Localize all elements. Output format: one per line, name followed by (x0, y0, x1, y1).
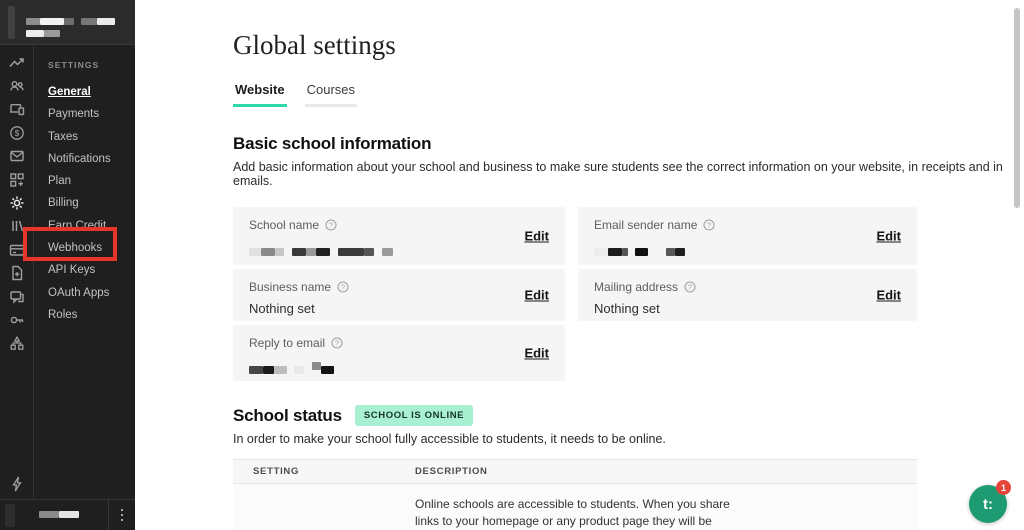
help-icon: ? (684, 281, 696, 293)
redacted-value (249, 361, 549, 376)
sidebar-item-billing[interactable]: Billing (48, 192, 135, 214)
card-value: Nothing set (594, 301, 901, 316)
gear-icon[interactable] (0, 191, 33, 214)
sidebar-item-roles[interactable]: Roles (48, 304, 135, 326)
row-description: Online schools are accessible to student… (415, 496, 740, 530)
redacted-value (249, 243, 549, 258)
card-reply-to-email: Reply to email ? Edit (233, 325, 565, 381)
lightning-icon[interactable] (0, 476, 33, 492)
credit-card-icon[interactable] (0, 238, 33, 261)
column-header-setting: SETTING (253, 466, 415, 477)
sidebar-item-notifications[interactable]: Notifications (48, 148, 135, 170)
user-name-redacted (39, 506, 79, 524)
tab-website[interactable]: Website (233, 82, 287, 107)
settings-menu: SETTINGS General Payments Taxes Notifica… (34, 46, 135, 326)
svg-text:?: ? (707, 221, 711, 230)
apps-grid-icon[interactable] (0, 168, 33, 191)
card-label: School name (249, 218, 319, 232)
kebab-menu-icon[interactable] (109, 500, 135, 530)
edit-business-name-button[interactable]: Edit (524, 288, 549, 303)
sidebar-item-webhooks[interactable]: Webhooks (48, 237, 135, 259)
tab-courses[interactable]: Courses (305, 82, 357, 107)
school-name-redacted (26, 13, 115, 37)
key-icon[interactable] (0, 308, 33, 331)
mail-icon[interactable] (0, 145, 33, 168)
trend-icon[interactable] (0, 51, 33, 74)
sidebar-item-earn-credit[interactable]: Earn Credit (48, 215, 135, 237)
table-row: School status Online schools are accessi… (233, 484, 917, 530)
school-status-section: School status SCHOOL IS ONLINE In order … (233, 405, 1024, 530)
help-icon: ? (325, 219, 337, 231)
card-label: Business name (249, 280, 331, 294)
basic-info-section: Basic school information Add basic infor… (233, 134, 1024, 381)
card-label: Mailing address (594, 280, 678, 294)
teachable-widget-button[interactable]: t: 1 (969, 485, 1007, 523)
edit-reply-to-email-button[interactable]: Edit (524, 346, 549, 361)
chat-icon[interactable] (0, 285, 33, 308)
svg-text:$: $ (14, 128, 19, 138)
sidebar: $ SETTINGS Gene (0, 0, 135, 530)
info-cards: School name ? Edit Business name ? Nothi… (233, 207, 917, 381)
edit-mailing-address-button[interactable]: Edit (876, 288, 901, 303)
card-mailing-address: Mailing address ? Nothing set Edit (578, 269, 917, 321)
card-value: Nothing set (249, 301, 549, 316)
school-logo-placeholder (8, 6, 15, 39)
column-header-description: DESCRIPTION (415, 466, 740, 477)
help-icon: ? (337, 281, 349, 293)
user-avatar (5, 504, 15, 527)
settings-menu-title: SETTINGS (48, 60, 135, 70)
sidebar-item-taxes[interactable]: Taxes (48, 126, 135, 148)
devices-icon[interactable] (0, 98, 33, 121)
table-header: SETTING DESCRIPTION (233, 459, 917, 484)
card-email-sender-name: Email sender name ? Edit (578, 207, 917, 265)
card-label: Email sender name (594, 218, 697, 232)
school-status-heading: School status (233, 406, 342, 426)
dollar-icon[interactable]: $ (0, 121, 33, 144)
sitemap-icon[interactable] (0, 332, 33, 355)
tally-icon[interactable] (0, 215, 33, 238)
icon-rail: $ (0, 46, 33, 355)
status-table: SETTING DESCRIPTION School status Online… (233, 459, 917, 530)
sidebar-item-plan[interactable]: Plan (48, 170, 135, 192)
svg-text:?: ? (329, 221, 333, 230)
main-content: Global settings Website Courses Basic sc… (135, 0, 1024, 530)
help-icon: ? (703, 219, 715, 231)
sidebar-item-general[interactable]: General (48, 81, 135, 103)
sidebar-footer (0, 499, 135, 530)
sidebar-item-api-keys[interactable]: API Keys (48, 259, 135, 281)
teachable-widget-label: t: (983, 496, 993, 513)
redacted-value (594, 243, 901, 258)
card-school-name: School name ? Edit (233, 207, 565, 265)
svg-text:?: ? (341, 283, 345, 292)
card-business-name: Business name ? Nothing set Edit (233, 269, 565, 321)
status-badge: SCHOOL IS ONLINE (355, 405, 473, 426)
basic-info-heading: Basic school information (233, 134, 1024, 154)
school-status-description: In order to make your school fully acces… (233, 432, 1024, 446)
edit-email-sender-name-button[interactable]: Edit (876, 229, 901, 244)
scrollbar-thumb[interactable] (1014, 8, 1020, 208)
sidebar-item-payments[interactable]: Payments (48, 103, 135, 125)
basic-info-description: Add basic information about your school … (233, 160, 1024, 188)
help-icon: ? (331, 337, 343, 349)
notification-badge: 1 (996, 480, 1011, 495)
svg-text:?: ? (335, 339, 339, 348)
card-label: Reply to email (249, 336, 325, 350)
svg-text:?: ? (688, 283, 692, 292)
school-switcher[interactable] (0, 0, 135, 45)
edit-school-name-button[interactable]: Edit (524, 229, 549, 244)
page-title: Global settings (233, 30, 1024, 61)
sidebar-item-oauth-apps[interactable]: OAuth Apps (48, 282, 135, 304)
tab-bar: Website Courses (233, 82, 1024, 107)
document-add-icon[interactable] (0, 262, 33, 285)
users-icon[interactable] (0, 74, 33, 97)
